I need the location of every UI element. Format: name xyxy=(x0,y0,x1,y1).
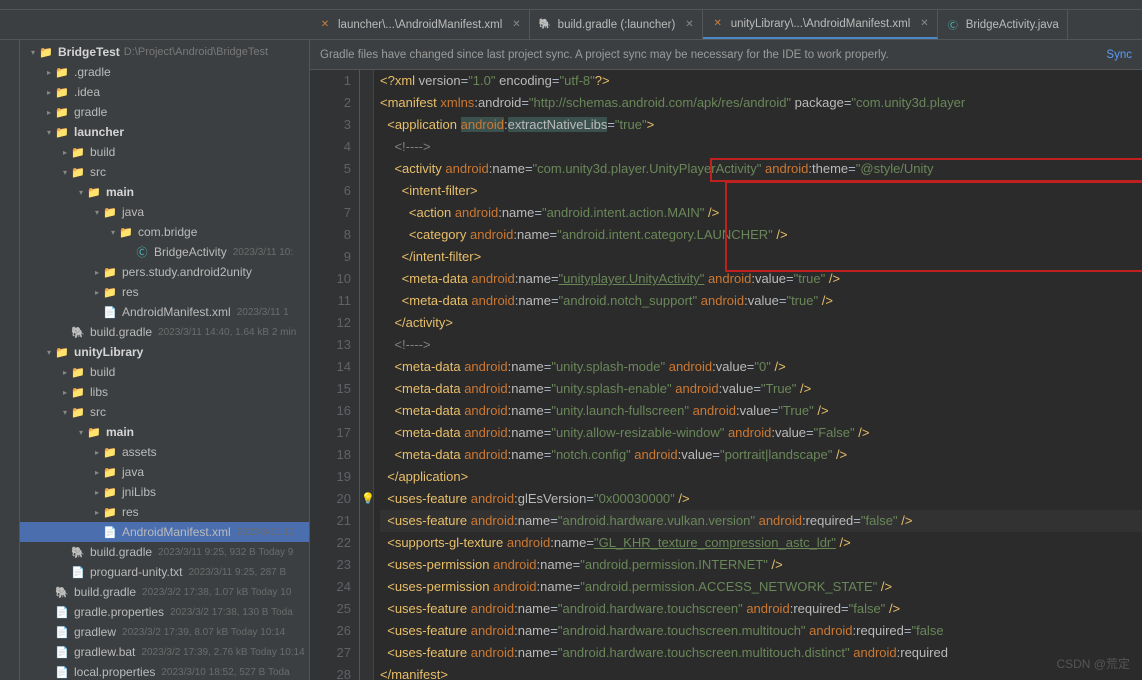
tree-row[interactable]: ▾📁main xyxy=(20,182,309,202)
sync-notice: Gradle files have changed since last pro… xyxy=(310,40,1142,70)
folder-orange-icon: 📁 xyxy=(54,64,70,80)
project-panel: ▾📁BridgeTestD:\Project\Android\BridgeTes… xyxy=(20,40,310,680)
file-icon: 📄 xyxy=(54,644,70,660)
tab-2[interactable]: ✕unityLibrary\...\AndroidManifest.xml✕ xyxy=(703,10,938,39)
tree-row[interactable]: ▸📁build xyxy=(20,362,309,382)
tree-row[interactable]: ▾📁java xyxy=(20,202,309,222)
xml-icon: ✕ xyxy=(711,17,725,31)
watermark: CSDN @荒定 xyxy=(1056,655,1130,672)
tree-row[interactable]: ▾📁unityLibrary xyxy=(20,342,309,362)
line-gutter: 1234567891011121314151617181920212223242… xyxy=(310,70,360,680)
tree-row[interactable]: ▸📁jniLibs xyxy=(20,482,309,502)
tab-0[interactable]: ✕launcher\...\AndroidManifest.xml✕ xyxy=(310,10,530,39)
folder-blue-icon: 📁 xyxy=(102,504,118,520)
folder-blue-icon: 📁 xyxy=(102,204,118,220)
folder-blue-icon: 📁 xyxy=(102,284,118,300)
tree-row[interactable]: ▸📁res xyxy=(20,502,309,522)
tree-row[interactable]: 🐘build.gradle2023/3/11 9:25, 932 B Today… xyxy=(20,542,309,562)
tree-row[interactable]: 🐘build.gradle2023/3/2 17:38, 1.07 kB Tod… xyxy=(20,582,309,602)
file-green-icon: 🐘 xyxy=(70,544,86,560)
folder-blue-icon: 📁 xyxy=(70,384,86,400)
folder-icon: 📁 xyxy=(54,84,70,100)
tree-row[interactable]: 📄gradle.properties2023/3/2 17:38, 130 B … xyxy=(20,602,309,622)
file-xml-icon: 📄 xyxy=(102,524,118,540)
tree-row[interactable]: 📄local.properties2023/3/10 18:52, 527 B … xyxy=(20,662,309,680)
tab-3[interactable]: ⒸBridgeActivity.java xyxy=(938,10,1068,39)
file-cyan-icon: Ⓒ xyxy=(134,244,150,260)
file-icon: 📄 xyxy=(54,664,70,680)
close-icon[interactable]: ✕ xyxy=(920,18,928,29)
folder-blue-icon: 📁 xyxy=(70,164,86,180)
tool-strip xyxy=(0,40,20,680)
gradle-icon: 🐘 xyxy=(538,18,552,32)
folder-blue-icon: 📁 xyxy=(86,424,102,440)
lightbulb-icon[interactable]: 💡 xyxy=(361,488,375,510)
file-xml-icon: 📄 xyxy=(102,304,118,320)
folder-blue-icon: 📁 xyxy=(86,184,102,200)
tree-row[interactable]: ▾📁src xyxy=(20,402,309,422)
tree-row[interactable]: ▾📁launcher xyxy=(20,122,309,142)
tree-row[interactable]: 📄proguard-unity.txt2023/3/11 9:25, 287 B xyxy=(20,562,309,582)
tab-1[interactable]: 🐘build.gradle (:launcher)✕ xyxy=(530,10,703,39)
tree-row[interactable]: ▾📁com.bridge xyxy=(20,222,309,242)
file-icon: 📄 xyxy=(54,624,70,640)
code-content[interactable]: <?xml version="1.0" encoding="utf-8"?><m… xyxy=(374,70,1142,680)
tree-row[interactable]: 📄gradlew.bat2023/3/2 17:39, 2.76 kB Toda… xyxy=(20,642,309,662)
folder-orange-icon: 📁 xyxy=(70,364,86,380)
editor-tabs: ✕launcher\...\AndroidManifest.xml✕ 🐘buil… xyxy=(0,10,1142,40)
tree-row[interactable]: ▸📁build xyxy=(20,142,309,162)
folder-icon: 📁 xyxy=(102,264,118,280)
tree-row[interactable]: 📄AndroidManifest.xml2023/3/11 10 xyxy=(20,522,309,542)
folder-icon: 📁 xyxy=(118,224,134,240)
sync-link[interactable]: Sync xyxy=(1106,49,1132,61)
folder-blue-icon: 📁 xyxy=(54,124,70,140)
tree-row[interactable]: ▾📁main xyxy=(20,422,309,442)
tree-row[interactable]: ▸📁.idea xyxy=(20,82,309,102)
xml-icon: ✕ xyxy=(318,18,332,32)
tree-row[interactable]: ▾📁src xyxy=(20,162,309,182)
folder-orange-icon: 📁 xyxy=(38,44,54,60)
tree-row[interactable]: 📄gradlew2023/3/2 17:39, 8.07 kB Today 10… xyxy=(20,622,309,642)
tree-row[interactable]: ▸📁assets xyxy=(20,442,309,462)
tree-row[interactable]: 📄AndroidManifest.xml2023/3/11 1 xyxy=(20,302,309,322)
java-icon: Ⓒ xyxy=(946,18,960,32)
tree-row[interactable]: ▸📁gradle xyxy=(20,102,309,122)
tree-row[interactable]: 🐘build.gradle2023/3/11 14:40, 1.64 kB 2 … xyxy=(20,322,309,342)
file-green-icon: 🐘 xyxy=(54,584,70,600)
folder-blue-icon: 📁 xyxy=(70,404,86,420)
tree-row[interactable]: ⒸBridgeActivity2023/3/11 10: xyxy=(20,242,309,262)
tree-row[interactable]: ▸📁res xyxy=(20,282,309,302)
code-editor[interactable]: 1234567891011121314151617181920212223242… xyxy=(310,70,1142,680)
tree-row[interactable]: ▾📁BridgeTestD:\Project\Android\BridgeTes… xyxy=(20,42,309,62)
close-icon[interactable]: ✕ xyxy=(685,19,693,30)
folder-orange-icon: 📁 xyxy=(70,144,86,160)
close-icon[interactable]: ✕ xyxy=(512,19,520,30)
file-green-icon: 🐘 xyxy=(70,324,86,340)
folder-blue-icon: 📁 xyxy=(54,344,70,360)
folder-blue-icon: 📁 xyxy=(102,484,118,500)
tree-row[interactable]: ▸📁java xyxy=(20,462,309,482)
file-icon: 📄 xyxy=(70,564,86,580)
file-icon: 📄 xyxy=(54,604,70,620)
project-tree[interactable]: ▾📁BridgeTestD:\Project\Android\BridgeTes… xyxy=(20,40,309,680)
folder-icon: 📁 xyxy=(54,104,70,120)
folder-blue-icon: 📁 xyxy=(102,464,118,480)
tree-row[interactable]: ▸📁libs xyxy=(20,382,309,402)
tree-row[interactable]: ▸📁pers.study.android2unity xyxy=(20,262,309,282)
tree-row[interactable]: ▸📁.gradle xyxy=(20,62,309,82)
folder-blue-icon: 📁 xyxy=(102,444,118,460)
